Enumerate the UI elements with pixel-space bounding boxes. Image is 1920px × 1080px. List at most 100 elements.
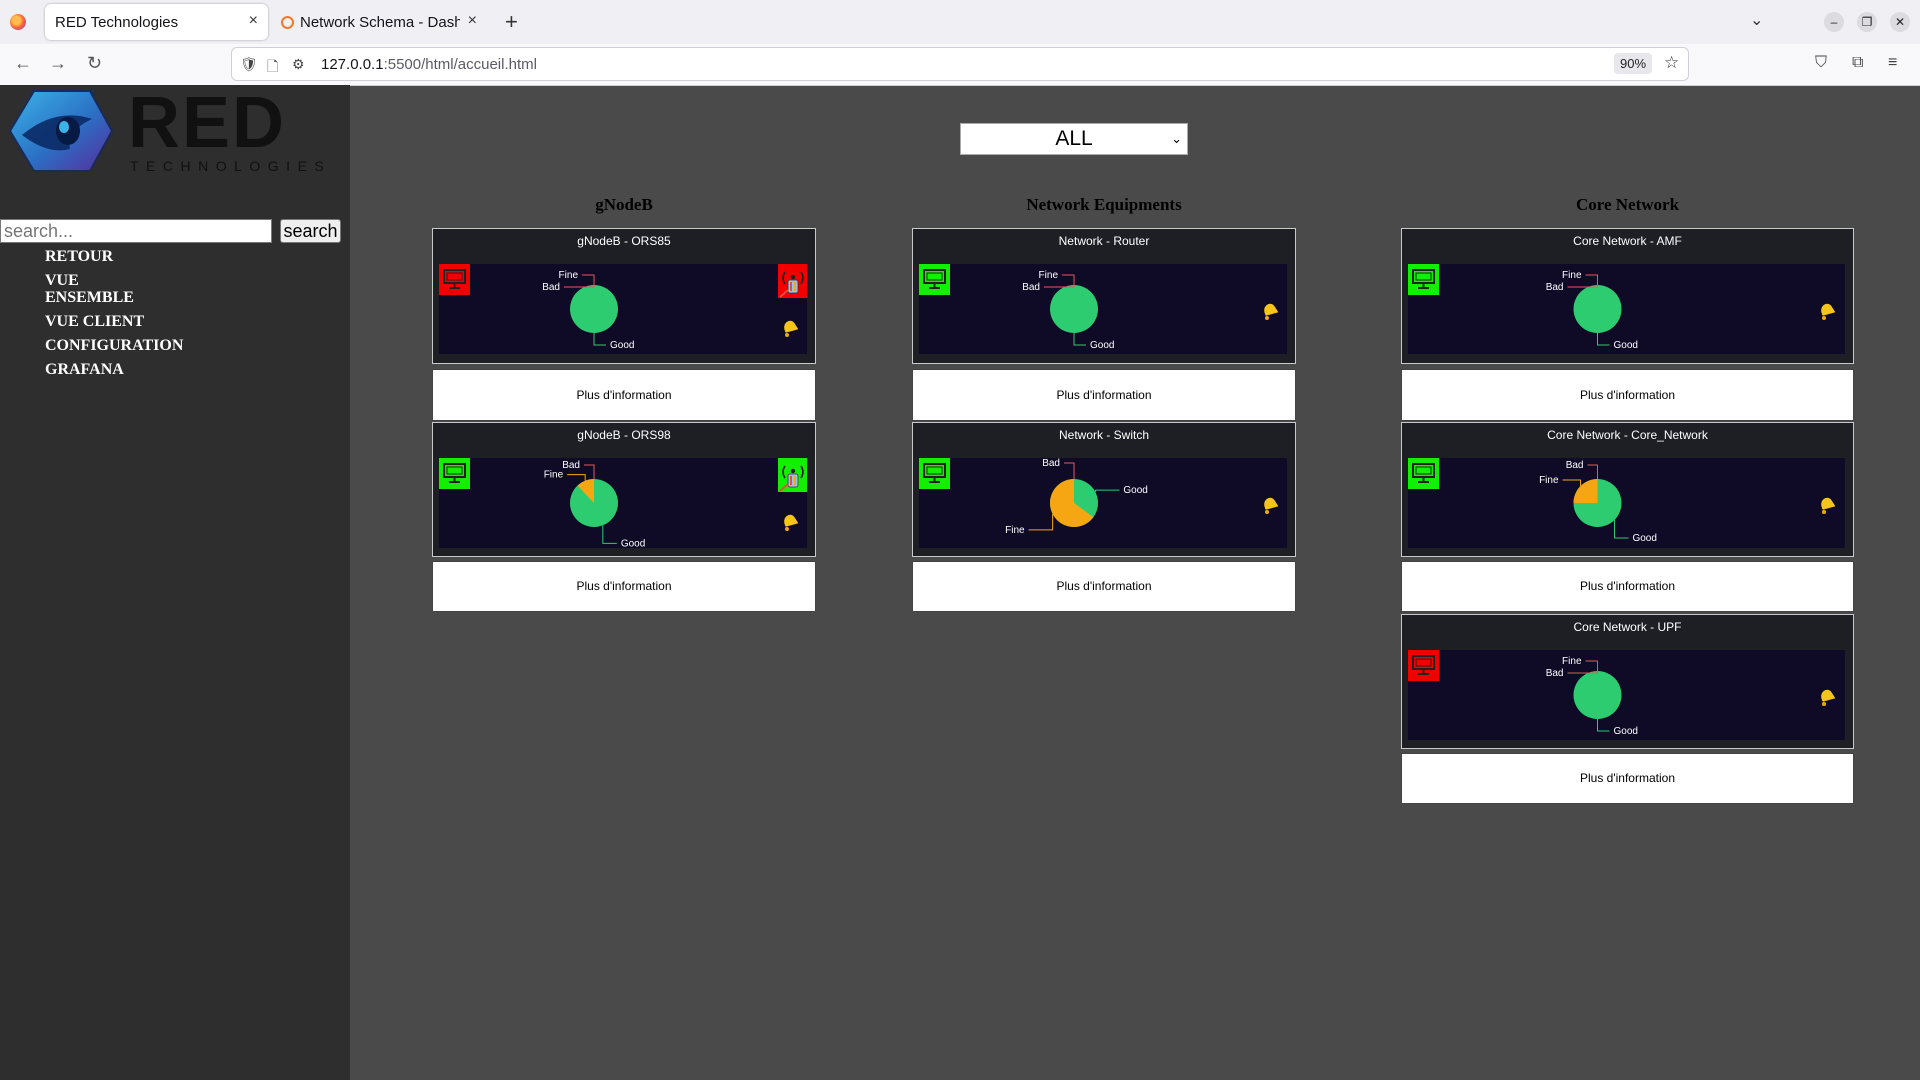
pie-label-good: Good [610, 340, 634, 351]
more-info-button[interactable]: Plus d'information [1401, 561, 1854, 612]
bookmark-star-icon[interactable]: ☆ [1664, 53, 1679, 73]
more-info-button[interactable]: Plus d'information [1401, 369, 1854, 421]
pie-label-bad: Bad [1566, 460, 1584, 471]
health-pie-chart: GoodFineBad [1546, 656, 1638, 737]
column-title-core-network: Core Network [1575, 195, 1680, 214]
menu-item-configuration[interactable]: CONFIGURATION [45, 337, 265, 354]
pie-label-good: Good [1123, 485, 1147, 496]
device-card: Network - Switch Good Fine Bad [912, 422, 1296, 557]
url-text[interactable]: 127.0.0.1:5500/html/accueil.html [321, 56, 537, 73]
minimize-icon[interactable]: – [1824, 12, 1844, 32]
device-card: Core Network - AMF Good Fine Bad [1401, 228, 1854, 364]
more-info-button[interactable]: Plus d'information [912, 369, 1296, 421]
equipment-filter-select[interactable]: ALL ⌄ [960, 123, 1188, 155]
page-icon[interactable]: 🗋 [267, 56, 278, 80]
health-pie-chart: GoodFineBad [1546, 270, 1638, 351]
pie-slice-good [570, 285, 618, 333]
extensions-icon[interactable]: ⧉ [1852, 54, 1863, 72]
menu-item-retour[interactable]: RETOUR [45, 248, 265, 265]
health-pie-chart: GoodFineBad [544, 460, 646, 548]
tab-close-icon[interactable]: × [468, 12, 477, 30]
tab-red-technologies[interactable]: RED Technologies × [45, 4, 268, 40]
pie-label-fine: Fine [1562, 270, 1582, 281]
pie-label-good: Good [1614, 726, 1638, 737]
device-card-status-panel: Good Fine Bad [1408, 264, 1845, 354]
url-bar[interactable]: 🛡 🗋 ⚙ 127.0.0.1:5500/html/accueil.html 9… [232, 48, 1688, 80]
device-card: gNodeB - ORS85 Good Fine Bad [432, 228, 816, 364]
pie-label-fine: Fine [1562, 656, 1582, 667]
pie-leader-good [602, 525, 617, 544]
more-info-button[interactable]: Plus d'information [1401, 753, 1854, 804]
menu-item-vue-ensemble[interactable]: VUE ENSEMBLE [45, 272, 155, 306]
pie-label-good: Good [621, 538, 645, 548]
pie-slice-fine [1573, 479, 1598, 503]
pie-label-bad: Bad [1042, 458, 1060, 469]
list-all-tabs-icon[interactable]: ⌄ [1750, 10, 1763, 30]
device-card-title: Network - Switch [1058, 428, 1150, 442]
new-tab-button[interactable]: + [505, 9, 518, 35]
device-card-status-panel: Good Fine Bad [919, 458, 1287, 548]
pie-leader-fine [1585, 660, 1598, 671]
pie-label-bad: Bad [562, 460, 580, 471]
back-icon[interactable]: ← [14, 53, 32, 74]
pie-label-good: Good [1090, 340, 1114, 351]
device-card: Core Network - Core_Network Good Fine Bad [1401, 422, 1854, 557]
close-window-icon[interactable]: ✕ [1890, 12, 1910, 32]
column-title-network-equipments: Network Equipments [1026, 195, 1182, 214]
pie-label-bad: Bad [542, 282, 560, 293]
pie-leader-fine [1062, 274, 1075, 285]
menu-icon[interactable]: ≡ [1888, 54, 1897, 72]
tab-label: Network Schema - Dashb [300, 14, 460, 31]
reload-icon[interactable]: ↻ [87, 53, 102, 74]
health-pie-chart: GoodFineBad [1022, 270, 1114, 351]
device-card: gNodeB - ORS98 Good Fine Bad [432, 422, 816, 557]
restore-icon[interactable]: ❐ [1857, 12, 1877, 32]
device-card-status-panel: Good Fine Bad [439, 458, 807, 548]
pie-label-fine: Fine [1005, 525, 1025, 536]
pie-leader-fine [582, 274, 595, 285]
device-card-status-panel: Good Fine Bad [439, 264, 807, 354]
search-button[interactable]: search [280, 219, 341, 243]
pie-label-good: Good [1632, 533, 1656, 544]
device-card-title: Core Network - AMF [1573, 234, 1682, 248]
menu-item-grafana[interactable]: GRAFANA [45, 361, 265, 378]
browser-nav-bar: ← → ↻ 🛡 🗋 ⚙ 127.0.0.1:5500/html/accueil.… [0, 44, 1920, 86]
pie-slice-good [1573, 671, 1622, 719]
more-info-button[interactable]: Plus d'information [432, 561, 816, 612]
zoom-level[interactable]: 90% [1614, 53, 1653, 74]
pie-slice-good [1050, 285, 1098, 333]
pie-leader-fine [1562, 479, 1582, 487]
pie-label-bad: Bad [1546, 282, 1564, 293]
more-info-button[interactable]: Plus d'information [432, 369, 816, 421]
permissions-icon[interactable]: ⚙ [292, 56, 305, 73]
tab-network-schema[interactable]: Network Schema - Dashb × [272, 4, 487, 40]
device-card: Core Network - UPF Good Fine Bad [1401, 614, 1854, 749]
menu-item-vue-client[interactable]: VUE CLIENT [45, 313, 155, 330]
browser-tab-bar: RED Technologies × Network Schema - Dash… [0, 0, 1920, 44]
column-title-gnodeb: gNodeB [595, 195, 653, 214]
more-info-button[interactable]: Plus d'information [912, 561, 1296, 612]
pie-leader-bad [1587, 464, 1598, 479]
shield-icon[interactable]: 🛡 [240, 56, 258, 73]
tab-close-icon[interactable]: × [249, 12, 258, 30]
sidebar-menu: RETOUR VUE ENSEMBLE VUE CLIENT CONFIGURA… [45, 248, 265, 385]
search-input[interactable] [0, 219, 272, 243]
device-card-status-panel: Good Fine Bad [1408, 650, 1845, 740]
svg-text:RED: RED [128, 89, 286, 163]
device-card: Network - Router Good Fine Bad [912, 228, 1296, 364]
pie-label-fine: Fine [559, 270, 579, 281]
health-pie-chart: Good Fine Bad [1005, 458, 1148, 536]
pie-leader-good [1073, 333, 1086, 346]
pie-leader-bad [1064, 462, 1075, 479]
pie-leader-good [593, 333, 606, 346]
health-pie-chart: Good FineBad [542, 270, 634, 351]
pie-label-fine: Fine [1039, 270, 1059, 281]
firefox-icon [10, 14, 26, 30]
pie-leader-fine [1585, 274, 1598, 285]
device-card-title: Network - Router [1058, 234, 1150, 248]
forward-icon[interactable]: → [49, 53, 67, 74]
pocket-icon[interactable]: ⛉ [1815, 54, 1827, 72]
device-card-status-panel: Good Fine Bad [919, 264, 1287, 354]
device-card-status-panel: Good Fine Bad [1408, 458, 1845, 548]
health-pie-chart: GoodFineBad [1539, 460, 1657, 544]
